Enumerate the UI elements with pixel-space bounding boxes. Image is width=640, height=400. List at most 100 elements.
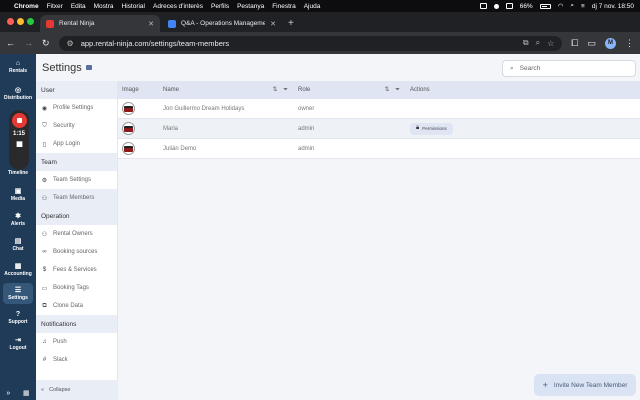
nav-item-rental-owners[interactable]: ⚇ Rental Owners <box>36 225 117 243</box>
rail-footer: » ▦ <box>0 386 36 400</box>
rail-item-chat[interactable]: ▤ Chat <box>0 237 36 252</box>
new-tab-button[interactable]: + <box>288 18 294 29</box>
reload-icon[interactable]: ↻ <box>42 38 50 49</box>
menu-item-history[interactable]: Historial <box>122 3 145 10</box>
screen-record-icon[interactable] <box>479 3 487 9</box>
bookmark-star-icon[interactable]: ☆ <box>547 39 554 48</box>
nav-item-team-settings[interactable]: ⚙ Team Settings <box>36 171 117 189</box>
window-minimize-icon[interactable] <box>17 18 24 25</box>
table-row[interactable]: Maria admin 🔒︎ Permissions <box>118 119 640 139</box>
clone-icon: ⧉ <box>42 302 47 309</box>
nav-item-profile-settings[interactable]: ◉ Profile Settings <box>36 99 117 117</box>
settings-sidebar: User ◉ Profile Settings ⛉ Security ▯ App… <box>36 81 118 400</box>
rental-ninja-app: ⌂ Rentals ◎ Distribution 1:15 ▮▮ Timelin… <box>0 54 640 400</box>
address-bar[interactable]: ⚙ app.rental-ninja.com/settings/team-mem… <box>58 35 563 51</box>
rail-item-media[interactable]: ▣ Media <box>0 187 36 202</box>
sort-filter-icon[interactable]: ⇅ ⏷ <box>385 86 403 94</box>
nav-item-push[interactable]: ♫ Push <box>36 333 117 351</box>
stop-recording-button[interactable] <box>11 113 27 128</box>
nav-item-app-login[interactable]: ▯ App Login <box>36 135 117 153</box>
nav-item-label: Clone Data <box>53 303 84 309</box>
menu-item-profiles[interactable]: Perfils <box>211 3 229 10</box>
browser-tab-qa[interactable]: Q&A - Operations Managemen ✕ <box>162 15 282 32</box>
logout-icon: ⇥ <box>15 337 21 344</box>
window-zoom-icon[interactable] <box>27 18 34 25</box>
browser-menu-icon[interactable]: ⋮ <box>625 38 634 49</box>
rail-item-label: Media <box>10 196 26 202</box>
nav-item-booking-sources[interactable]: ∞ Booking sources <box>36 243 117 261</box>
search-icon[interactable]: ⌕ <box>570 2 574 10</box>
member-role: admin <box>298 145 315 152</box>
profile-avatar[interactable]: M <box>605 37 616 49</box>
menu-item-file[interactable]: Fitxer <box>47 3 63 10</box>
calculator-icon: ▦ <box>14 263 22 270</box>
search-input[interactable]: ⌕ Search <box>502 60 636 77</box>
tag-icon: ▭ <box>41 285 48 292</box>
battery-icon[interactable] <box>539 3 551 9</box>
permissions-button[interactable]: 🔒︎ Permissions <box>410 122 453 135</box>
close-tab-icon[interactable]: ✕ <box>148 20 154 28</box>
menu-item-tab[interactable]: Pestanya <box>237 3 264 10</box>
row-actions: 🔒︎ Permissions <box>410 122 640 135</box>
sort-filter-icon[interactable]: ⇅ ⏷ <box>273 86 291 94</box>
invite-team-member-button[interactable]: + Invite New Team Member <box>534 374 636 396</box>
home-icon: ⌂ <box>15 60 21 67</box>
nav-item-security[interactable]: ⛉ Security <box>36 117 117 135</box>
team-members-panel: Image Name ⇅ ⏷ Role ⇅ ⏷ Actions Jon Guil… <box>118 81 640 400</box>
menu-item-window[interactable]: Finestra <box>272 3 295 10</box>
back-icon[interactable]: ← <box>6 38 15 48</box>
rail-item-label: Logout <box>9 345 27 351</box>
rail-grid-icon[interactable]: ▦ <box>23 389 30 397</box>
menu-item-bookmarks[interactable]: Adreces d'interès <box>153 3 203 10</box>
menubar-datetime[interactable]: dj 7 nov. 18:50 <box>592 3 634 10</box>
rail-item-timeline[interactable]: Timeline <box>0 170 36 176</box>
nav-item-label: Team Members <box>53 195 95 201</box>
expand-rail-icon[interactable]: » <box>6 390 10 397</box>
status-dot-icon[interactable] <box>493 3 499 9</box>
site-info-icon[interactable]: ⚙ <box>67 39 74 48</box>
window-close-icon[interactable] <box>7 18 14 25</box>
close-tab-icon[interactable]: ✕ <box>270 20 276 28</box>
menu-item-view[interactable]: Mostra <box>94 3 114 10</box>
rail-item-logout[interactable]: ⇥ Logout <box>0 336 36 351</box>
column-header-label: Role <box>298 87 311 93</box>
nav-item-label: Security <box>53 123 75 129</box>
collapse-button[interactable]: « Collapse <box>36 380 118 400</box>
nav-item-clone-data[interactable]: ⧉ Clone Data <box>36 297 117 315</box>
plus-icon: + <box>542 380 548 390</box>
nav-item-label: Rental Owners <box>53 231 93 237</box>
menu-app-name[interactable]: Chrome <box>14 3 39 10</box>
pause-recording-button[interactable]: ▮▮ <box>16 140 23 148</box>
nav-item-booking-tags[interactable]: ▭ Booking Tags <box>36 279 117 297</box>
avatar <box>122 142 135 155</box>
forward-icon[interactable]: → <box>24 38 33 48</box>
wifi-icon[interactable]: ◠ <box>558 2 564 10</box>
url-text[interactable]: app.rental-ninja.com/settings/team-membe… <box>81 39 516 48</box>
window-icon[interactable] <box>505 3 513 9</box>
rail-item-distribution[interactable]: ◎ Distribution <box>0 86 36 101</box>
menu-item-edit[interactable]: Edita <box>71 3 86 10</box>
column-header-image: Image <box>122 87 139 93</box>
table-row[interactable]: Julián Demo admin <box>118 139 640 159</box>
browser-tab-rental-ninja[interactable]: Rental Ninja ✕ <box>40 15 160 32</box>
control-center-icon[interactable]: ≡ <box>581 3 585 10</box>
zoom-icon[interactable]: ⌕ <box>536 38 540 48</box>
menu-item-help[interactable]: Ajuda <box>304 3 321 10</box>
tab-title: Q&A - Operations Managemen <box>181 20 266 27</box>
rail-item-settings[interactable]: ☰ Settings <box>3 283 33 304</box>
extensions-icon[interactable]: ⧠ <box>571 38 578 49</box>
rail-item-alerts[interactable]: ✱ Alerts <box>0 212 36 227</box>
rail-item-label: Support <box>8 319 28 325</box>
permissions-label: Permissions <box>422 126 447 131</box>
rail-item-support[interactable]: ? Support <box>0 311 36 325</box>
rail-item-rentals[interactable]: ⌂ Rentals <box>0 60 36 74</box>
table-row[interactable]: Jon Guillermo Dream Holidays owner <box>118 99 640 119</box>
nav-item-slack[interactable]: # Slack <box>36 351 117 369</box>
lock-icon: 🔒︎ <box>416 125 420 131</box>
nav-item-team-members[interactable]: ⚇ Team Members <box>36 189 117 207</box>
nav-item-fees-services[interactable]: $ Fees & Services <box>36 261 117 279</box>
sidebar-panel-icon[interactable]: ▭ <box>587 38 596 49</box>
rail-item-accounting[interactable]: ▦ Accounting <box>0 262 36 277</box>
nav-item-label: Booking sources <box>53 249 98 255</box>
open-in-app-icon[interactable]: ⧉ <box>523 38 529 48</box>
